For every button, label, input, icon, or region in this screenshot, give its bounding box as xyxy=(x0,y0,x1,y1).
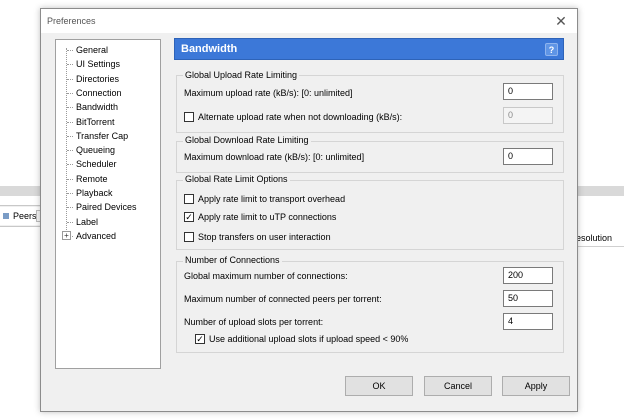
apply-button[interactable]: Apply xyxy=(502,376,570,396)
tree-item-paired-devices[interactable]: Paired Devices xyxy=(76,200,137,214)
dialog-title: Preferences xyxy=(47,16,96,26)
upload-slots-label: Number of upload slots per torrent: xyxy=(184,317,324,327)
tree-vertical-line xyxy=(66,48,67,234)
limit-options-group-label: Global Rate Limit Options xyxy=(183,174,290,184)
alt-upload-field[interactable]: 0 xyxy=(503,107,553,124)
tree-item-playback[interactable]: Playback xyxy=(76,186,113,200)
tree-connector-line xyxy=(67,193,73,194)
expand-icon[interactable]: + xyxy=(62,230,71,240)
tree-connector-line xyxy=(67,121,73,123)
tree-connector-line xyxy=(67,150,73,152)
tree-item-label[interactable]: Label xyxy=(76,215,98,229)
download-group-label: Global Download Rate Limiting xyxy=(183,135,311,145)
transport-overhead-label: Apply rate limit to transport overhead xyxy=(198,194,346,204)
connections-group-label: Number of Connections xyxy=(183,255,282,265)
max-download-label: Maximum download rate (kB/s): [0: unlimi… xyxy=(184,152,365,162)
stop-transfers-label: Stop transfers on user interaction xyxy=(198,232,331,242)
additional-slots-label: Use additional upload slots if upload sp… xyxy=(209,334,409,344)
close-icon[interactable]: ✕ xyxy=(553,13,569,29)
tree-connector-line xyxy=(67,178,73,180)
additional-slots-checkbox[interactable]: ✓ xyxy=(195,334,205,344)
tree-item-bittorrent[interactable]: BitTorrent xyxy=(76,115,115,129)
upload-slots-field[interactable]: 4 xyxy=(503,313,553,330)
alt-upload-checkbox[interactable] xyxy=(184,112,194,122)
tree-item-ui-settings[interactable]: UI Settings xyxy=(76,57,120,71)
tree-connector-line xyxy=(67,164,73,166)
tree-item-transfer-cap[interactable]: Transfer Cap xyxy=(76,129,128,143)
tree-connector-line xyxy=(67,221,73,223)
help-icon[interactable]: ? xyxy=(545,43,558,56)
max-peers-label: Maximum number of connected peers per to… xyxy=(184,294,382,304)
tree-item-remote[interactable]: Remote xyxy=(76,172,108,186)
section-title: Bandwidth xyxy=(181,43,238,55)
tree-connector-line xyxy=(67,135,73,137)
global-max-connections-label: Global maximum number of connections: xyxy=(184,271,348,281)
tree-item-general[interactable]: General xyxy=(76,43,108,57)
section-header: Bandwidth ? xyxy=(174,38,564,60)
transport-overhead-checkbox[interactable] xyxy=(184,194,194,204)
dialog-titlebar[interactable]: Preferences ✕ xyxy=(41,9,577,33)
tree-item-advanced[interactable]: Advanced xyxy=(76,229,116,243)
tree-item-bandwidth[interactable]: Bandwidth xyxy=(76,100,118,114)
ok-button[interactable]: OK xyxy=(345,376,413,396)
tree-item-queueing[interactable]: Queueing xyxy=(76,143,115,157)
max-upload-field[interactable]: 0 xyxy=(503,83,553,100)
preferences-dialog: Preferences ✕ General UI Settings Director… xyxy=(40,8,578,412)
tree-item-scheduler[interactable]: Scheduler xyxy=(76,157,117,171)
global-max-connections-field[interactable]: 200 xyxy=(503,267,553,284)
max-upload-label: Maximum upload rate (kB/s): [0: unlimite… xyxy=(184,88,353,98)
alt-upload-label: Alternate upload rate when not downloadi… xyxy=(198,112,403,122)
max-download-field[interactable]: 0 xyxy=(503,148,553,165)
peers-icon xyxy=(3,213,9,219)
utp-checkbox[interactable]: ✓ xyxy=(184,212,194,222)
cancel-button[interactable]: Cancel xyxy=(424,376,492,396)
tree-connector-line xyxy=(67,207,73,209)
max-peers-field[interactable]: 50 xyxy=(503,290,553,307)
stop-transfers-checkbox[interactable] xyxy=(184,232,194,242)
preferences-category-tree: General UI Settings Directories Connection B… xyxy=(55,39,161,369)
tree-connector-line xyxy=(67,50,73,51)
tree-connector-line xyxy=(67,92,73,94)
utp-label: Apply rate limit to uTP connections xyxy=(198,212,337,222)
upload-group-label: Global Upload Rate Limiting xyxy=(183,70,300,80)
tree-connector-line xyxy=(67,78,73,80)
peers-tab-label: Peers xyxy=(13,211,37,221)
tree-item-directories[interactable]: Directories xyxy=(76,72,119,86)
tree-connector-line xyxy=(67,64,73,66)
tree-item-connection[interactable]: Connection xyxy=(76,86,122,100)
tree-connector-line xyxy=(67,107,73,109)
